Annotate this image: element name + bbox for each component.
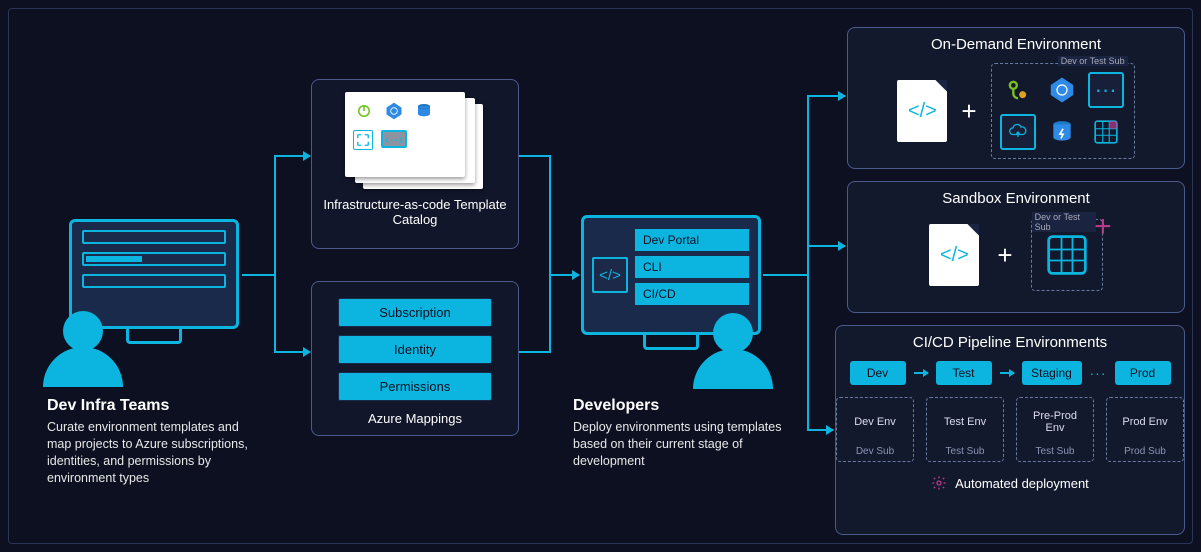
mapping-subscription: Subscription bbox=[338, 298, 492, 327]
stage-test: Test bbox=[936, 361, 992, 385]
pipeline-footer: Automated deployment bbox=[836, 472, 1184, 491]
sandbox-services-box: Dev or Test Sub + bbox=[1031, 219, 1103, 291]
expand-icon bbox=[353, 130, 373, 150]
sub-test2: Test Sub bbox=[1023, 446, 1087, 457]
kubernetes-svc-icon bbox=[1044, 72, 1080, 108]
code-doc-icon: </> bbox=[897, 80, 947, 142]
grid-large-icon bbox=[1042, 230, 1092, 280]
dev-cli-item: CLI bbox=[634, 255, 750, 279]
dev-infra-text: Dev Infra Teams Curate environment templ… bbox=[47, 397, 257, 487]
pipeline-panel: CI/CD Pipeline Environments Dev Test Sta… bbox=[835, 325, 1185, 535]
stage-staging: Staging bbox=[1022, 361, 1082, 385]
ondemand-panel: On-Demand Environment </> + Dev or Test … bbox=[847, 27, 1185, 169]
sandbox-title: Sandbox Environment bbox=[848, 182, 1184, 207]
plus-icon-2: + bbox=[997, 240, 1012, 271]
sandbox-sub-label: Dev or Test Sub bbox=[1032, 212, 1096, 232]
stage-dev: Dev bbox=[850, 361, 906, 385]
developers-monitor: </> Dev Portal CLI CI/CD bbox=[581, 215, 761, 335]
pipeline-title: CI/CD Pipeline Environments bbox=[836, 326, 1184, 351]
developers-title: Developers bbox=[573, 397, 803, 415]
dev-portal-item: Dev Portal bbox=[634, 228, 750, 252]
mapping-identity: Identity bbox=[338, 335, 492, 364]
ondemand-services-box: Dev or Test Sub ··· bbox=[991, 63, 1135, 159]
env-dev: Dev Env bbox=[843, 404, 907, 440]
code-icon: ‹··› bbox=[381, 130, 407, 148]
dev-infra-title: Dev Infra Teams bbox=[47, 397, 257, 415]
dev-portal-list: Dev Portal CLI CI/CD bbox=[634, 228, 750, 324]
doc-stack-icon: ‹··› bbox=[345, 92, 485, 187]
ondemand-title: On-Demand Environment bbox=[848, 28, 1184, 53]
stage-ellipsis: ··· bbox=[1090, 365, 1107, 381]
kubernetes-icon bbox=[383, 100, 405, 122]
developers-desc: Deploy environments using templates base… bbox=[573, 419, 803, 470]
azure-mappings-label: Azure Mappings bbox=[368, 411, 462, 426]
sandbox-panel: Sandbox Environment </> + Dev or Test Su… bbox=[847, 181, 1185, 313]
sub-prod: Prod Sub bbox=[1113, 446, 1177, 457]
code-file-icon: </> bbox=[592, 257, 628, 293]
db-svc-icon bbox=[1044, 114, 1080, 150]
sub-dev: Dev Sub bbox=[843, 446, 907, 457]
ondemand-sub-label: Dev or Test Sub bbox=[1058, 56, 1128, 66]
dev-infra-monitor bbox=[69, 219, 239, 329]
diagram-canvas: Dev Infra Teams Curate environment templ… bbox=[8, 8, 1193, 544]
dev-infra-desc: Curate environment templates and map pro… bbox=[47, 419, 257, 487]
grid-svc-icon bbox=[1088, 114, 1124, 150]
gear-icon bbox=[931, 475, 947, 491]
env-test: Test Env bbox=[933, 404, 997, 440]
template-catalog-label: Infrastructure-as-code Template Catalog bbox=[322, 197, 508, 227]
env-prod: Prod Env bbox=[1113, 404, 1177, 440]
ci-icon bbox=[1000, 72, 1036, 108]
cloud-up-icon bbox=[1000, 114, 1036, 150]
azure-mappings-panel: Subscription Identity Permissions Azure … bbox=[311, 281, 519, 436]
dev-cicd-item: CI/CD bbox=[634, 282, 750, 306]
pipeline-stages-row: Dev Test Staging ··· Prod bbox=[836, 361, 1184, 385]
mapping-permissions: Permissions bbox=[338, 372, 492, 401]
sub-test: Test Sub bbox=[933, 446, 997, 457]
template-catalog-panel: ‹··› Infrastructure-as-code Template Cat… bbox=[311, 79, 519, 249]
plus-icon: + bbox=[961, 96, 976, 127]
ellipsis-svc-icon: ··· bbox=[1088, 72, 1124, 108]
power-icon bbox=[353, 100, 375, 122]
stage-prod: Prod bbox=[1115, 361, 1171, 385]
env-preprod: Pre-Prod Env bbox=[1023, 404, 1087, 440]
code-doc-icon-2: </> bbox=[929, 224, 979, 286]
database-icon bbox=[413, 100, 435, 122]
developers-text: Developers Deploy environments using tem… bbox=[573, 397, 803, 470]
pipeline-envs-row: Dev Env Dev Sub Test Env Test Sub Pre-Pr… bbox=[836, 397, 1184, 462]
add-plus-icon: + bbox=[1094, 210, 1112, 244]
